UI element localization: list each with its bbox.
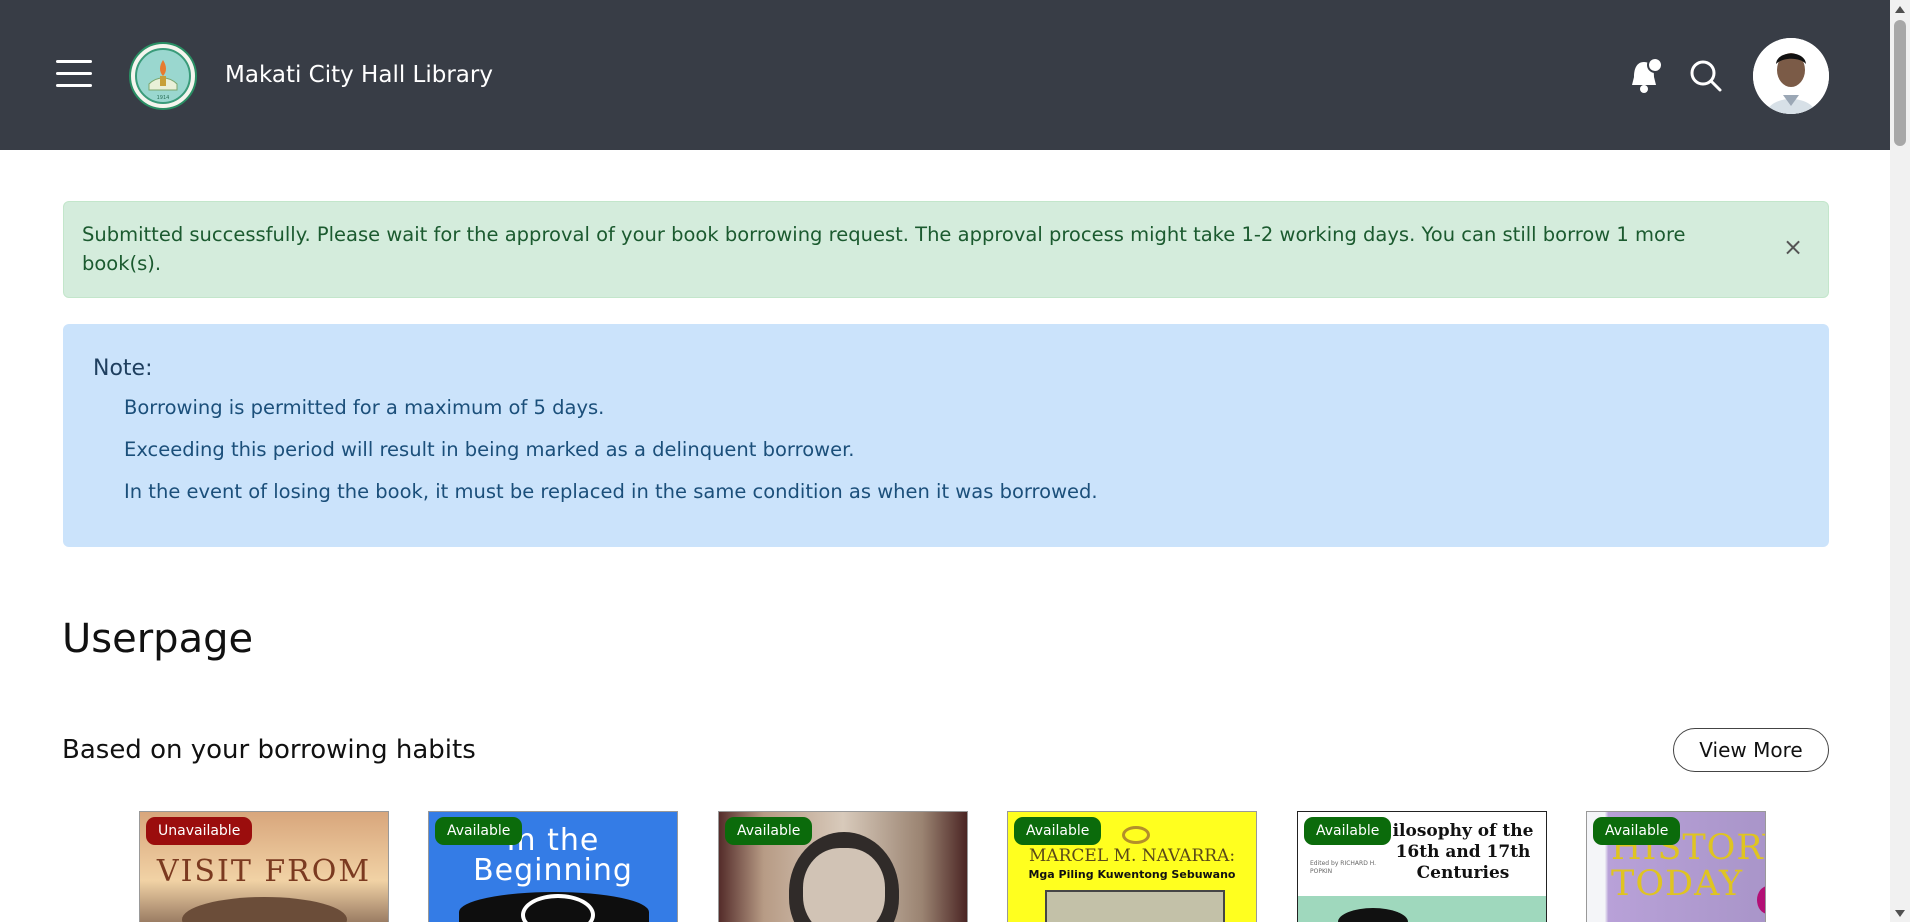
library-logo[interactable]: 1914	[129, 42, 197, 110]
book-cover-title: ilosophy of the 16th and 17th Centuries	[1392, 821, 1534, 883]
search-icon[interactable]	[1686, 56, 1726, 96]
status-badge: Unavailable	[146, 817, 253, 845]
recommendations-title: Based on your borrowing habits	[62, 735, 476, 765]
scrollbar-thumb[interactable]	[1894, 20, 1906, 146]
success-message: Submitted successfully. Please wait for …	[82, 223, 1686, 275]
book-card[interactable]: Available	[718, 811, 968, 922]
status-badge: Available	[1593, 817, 1681, 845]
app-brand-title[interactable]: Makati City Hall Library	[225, 58, 493, 92]
status-badge: Available	[725, 817, 813, 845]
page-title: Userpage	[62, 615, 254, 662]
view-more-button[interactable]: View More	[1673, 728, 1829, 772]
note-item: In the event of losing the book, it must…	[124, 480, 1098, 503]
scroll-up-icon[interactable]	[1895, 6, 1905, 13]
book-card[interactable]: Unavailable VISIT FROM	[139, 811, 389, 922]
user-avatar[interactable]	[1753, 38, 1829, 114]
status-badge: Available	[1014, 817, 1102, 845]
book-cover-title: MARCEL M. NAVARRA:	[1028, 846, 1236, 866]
status-badge: Available	[435, 817, 523, 845]
note-panel: Note: Borrowing is permitted for a maxim…	[63, 324, 1829, 547]
note-title: Note:	[93, 356, 153, 381]
close-icon[interactable]: ×	[1782, 235, 1804, 259]
book-card[interactable]: Available ilosophy of the 16th and 17th …	[1297, 811, 1547, 922]
book-carousel: Unavailable VISIT FROM Available In the …	[0, 811, 1890, 922]
book-cover-title: VISIT FROM	[156, 854, 372, 889]
vertical-scrollbar[interactable]	[1890, 0, 1910, 922]
hamburger-menu-icon[interactable]	[56, 58, 92, 88]
status-badge: Available	[1304, 817, 1392, 845]
book-cover-subtitle: Mga Piling Kuwentong Sebuwano	[1028, 868, 1236, 881]
top-navbar: 1914 Makati City Hall Library	[0, 0, 1890, 150]
scroll-down-icon[interactable]	[1895, 910, 1905, 917]
note-item: Borrowing is permitted for a maximum of …	[124, 396, 605, 419]
success-alert: Submitted successfully. Please wait for …	[63, 201, 1829, 298]
bell-icon[interactable]	[1626, 56, 1664, 96]
note-item: Exceeding this period will result in bei…	[124, 438, 855, 461]
svg-text:1914: 1914	[157, 95, 170, 101]
book-card[interactable]: Available HISTORY TODAY	[1586, 811, 1766, 922]
book-cover-editor: Edited by RICHARD H. POPKIN	[1310, 860, 1377, 875]
book-card[interactable]: Available In the Beginning	[428, 811, 678, 922]
book-card[interactable]: Available MARCEL M. NAVARRA: Mga Piling …	[1007, 811, 1257, 922]
